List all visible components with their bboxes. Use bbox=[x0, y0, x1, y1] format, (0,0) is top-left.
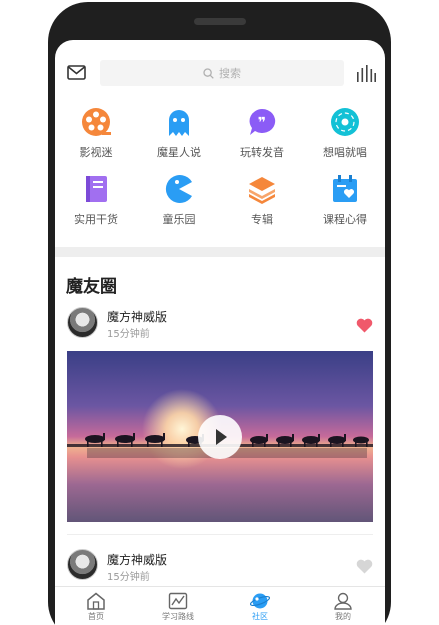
search-placeholder: 搜索 bbox=[219, 67, 241, 80]
heart-icon[interactable] bbox=[356, 318, 373, 333]
category-label: 课程心得 bbox=[323, 213, 367, 226]
category-label: 专辑 bbox=[251, 213, 273, 226]
nav-label: 首页 bbox=[88, 612, 104, 621]
layers-icon bbox=[249, 177, 275, 204]
post-time: 15分钟前 bbox=[107, 329, 150, 340]
mail-icon[interactable] bbox=[67, 65, 86, 80]
category-label: 玩转发音 bbox=[240, 146, 284, 159]
avatar[interactable] bbox=[67, 549, 98, 580]
profile-icon bbox=[334, 592, 352, 610]
ghost-icon bbox=[169, 110, 189, 136]
post-author[interactable]: 魔方神威版 bbox=[107, 551, 167, 568]
nav-label: 社区 bbox=[252, 612, 268, 621]
play-button[interactable] bbox=[198, 415, 242, 459]
section-divider bbox=[55, 247, 385, 257]
category-label: 童乐园 bbox=[162, 213, 196, 226]
category-course-notes[interactable]: 课程心得 bbox=[304, 173, 385, 227]
category-ghost[interactable]: 魔星人说 bbox=[138, 106, 220, 160]
home-icon bbox=[87, 592, 105, 610]
bottom-nav: 首页 学习路线 社区 我的 bbox=[55, 586, 385, 625]
post-author[interactable]: 魔方神威版 bbox=[107, 308, 167, 325]
audio-bars-icon[interactable] bbox=[356, 64, 376, 82]
nav-label: 我的 bbox=[335, 612, 351, 621]
category-pronunciation[interactable]: ❞ 玩转发音 bbox=[221, 106, 303, 160]
calendar-heart-icon bbox=[333, 175, 357, 202]
book-icon bbox=[86, 176, 107, 202]
svg-text:❞: ❞ bbox=[258, 115, 266, 131]
nav-home[interactable]: 首页 bbox=[66, 592, 126, 622]
search-icon bbox=[203, 67, 214, 79]
app-screen: 搜索 影视迷 魔星人说 ❞ 玩转发音 想唱就唱 实用干货 童乐园 专辑 课程心得… bbox=[55, 40, 385, 625]
phone-speaker bbox=[194, 18, 246, 25]
category-label: 实用干货 bbox=[74, 213, 118, 226]
search-input[interactable]: 搜索 bbox=[100, 60, 344, 86]
category-label: 想唱就唱 bbox=[323, 146, 367, 159]
planet-icon bbox=[250, 593, 270, 609]
category-kids[interactable]: 童乐园 bbox=[138, 173, 220, 227]
quote-bubble-icon: ❞ bbox=[249, 108, 276, 135]
nav-label: 学习路线 bbox=[162, 612, 194, 621]
route-icon bbox=[168, 592, 188, 610]
category-label: 影视迷 bbox=[79, 146, 113, 159]
nav-profile[interactable]: 我的 bbox=[313, 592, 373, 622]
category-film[interactable]: 影视迷 bbox=[55, 106, 137, 160]
post-separator bbox=[67, 534, 373, 535]
feed-title: 魔友圈 bbox=[66, 277, 117, 297]
category-label: 魔星人说 bbox=[157, 146, 201, 159]
nav-route[interactable]: 学习路线 bbox=[148, 592, 208, 622]
pacman-icon bbox=[165, 175, 192, 203]
top-bar: 搜索 bbox=[55, 40, 385, 102]
category-album[interactable]: 专辑 bbox=[221, 173, 303, 227]
music-disc-icon bbox=[331, 108, 359, 136]
video-thumbnail[interactable] bbox=[67, 351, 373, 522]
heart-icon[interactable] bbox=[356, 559, 373, 574]
film-reel-icon bbox=[82, 108, 111, 136]
category-sing[interactable]: 想唱就唱 bbox=[304, 106, 385, 160]
avatar[interactable] bbox=[67, 307, 98, 338]
post-time: 15分钟前 bbox=[107, 572, 150, 583]
category-practical[interactable]: 实用干货 bbox=[55, 173, 137, 227]
nav-community[interactable]: 社区 bbox=[230, 592, 290, 622]
